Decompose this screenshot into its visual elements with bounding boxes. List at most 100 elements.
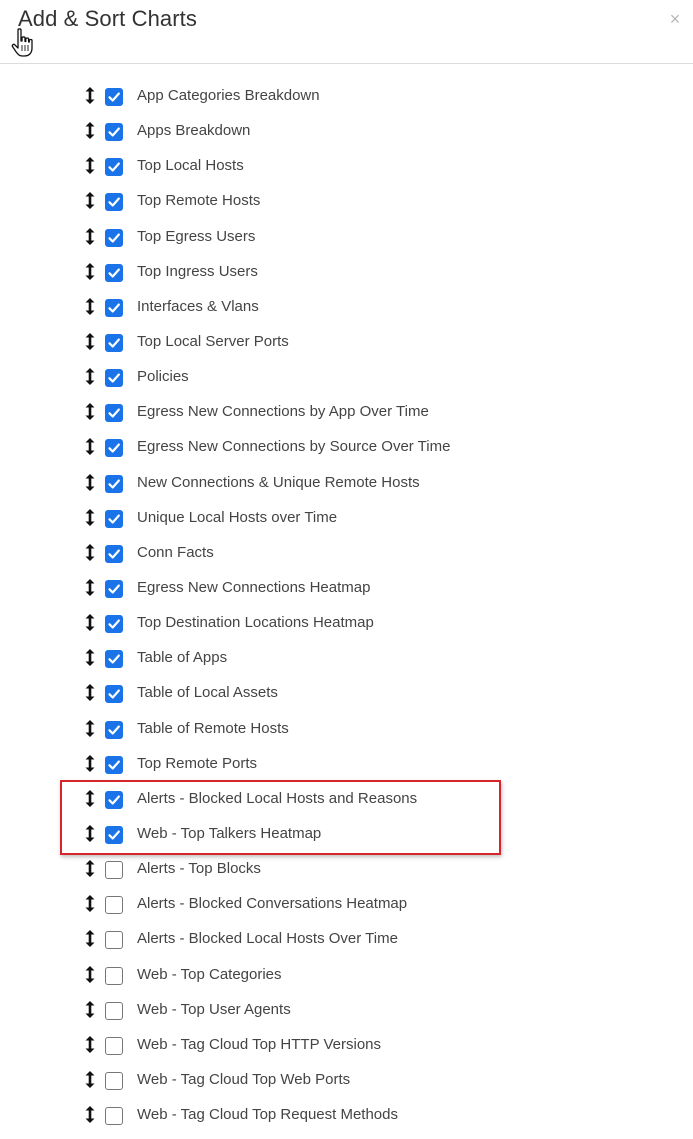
chart-list-item[interactable]: Top Remote Hosts bbox=[0, 190, 693, 225]
chart-list-item[interactable]: Web - Tag Cloud Top Request Methods bbox=[0, 1104, 693, 1139]
chart-label[interactable]: Egress New Connections by App Over Time bbox=[137, 403, 429, 421]
chart-list-item[interactable]: Top Local Server Ports bbox=[0, 331, 693, 366]
drag-handle-icon[interactable] bbox=[85, 754, 95, 772]
chart-list-item[interactable]: App Categories Breakdown bbox=[0, 85, 693, 120]
chart-list-item[interactable]: Table of Remote Hosts bbox=[0, 718, 693, 753]
drag-handle-icon[interactable] bbox=[85, 438, 95, 456]
chart-checkbox[interactable] bbox=[105, 263, 123, 282]
chart-list-item[interactable]: Web - Tag Cloud Top Web Ports bbox=[0, 1069, 693, 1104]
chart-checkbox[interactable] bbox=[105, 896, 123, 915]
chart-list-item[interactable]: Web - Top Categories bbox=[0, 964, 693, 999]
chart-checkbox[interactable] bbox=[105, 1001, 123, 1020]
chart-label[interactable]: Alerts - Blocked Conversations Heatmap bbox=[137, 895, 407, 913]
chart-label[interactable]: Alerts - Blocked Local Hosts Over Time bbox=[137, 930, 398, 948]
drag-handle-icon[interactable] bbox=[85, 368, 95, 386]
drag-handle-icon[interactable] bbox=[85, 227, 95, 245]
chart-label[interactable]: Table of Remote Hosts bbox=[137, 720, 289, 738]
chart-checkbox[interactable] bbox=[105, 158, 123, 177]
close-icon[interactable]: × bbox=[665, 8, 685, 30]
chart-checkbox[interactable] bbox=[105, 966, 123, 985]
chart-label[interactable]: Table of Apps bbox=[137, 649, 227, 667]
chart-checkbox[interactable] bbox=[105, 1036, 123, 1055]
chart-label[interactable]: Alerts - Blocked Local Hosts and Reasons bbox=[137, 790, 417, 808]
chart-list-item[interactable]: Alerts - Blocked Local Hosts and Reasons bbox=[0, 788, 693, 823]
chart-checkbox[interactable] bbox=[105, 1107, 123, 1126]
drag-handle-icon[interactable] bbox=[85, 578, 95, 596]
chart-label[interactable]: Alerts - Top Blocks bbox=[137, 860, 261, 878]
chart-list-item[interactable]: Web - Top User Agents bbox=[0, 999, 693, 1034]
chart-label[interactable]: Top Remote Ports bbox=[137, 755, 257, 773]
drag-handle-icon[interactable] bbox=[85, 824, 95, 842]
chart-list-item[interactable]: Egress New Connections by Source Over Ti… bbox=[0, 436, 693, 471]
drag-handle-icon[interactable] bbox=[85, 87, 95, 104]
chart-list-item[interactable]: Table of Local Assets bbox=[0, 682, 693, 717]
chart-label[interactable]: Web - Tag Cloud Top Web Ports bbox=[137, 1071, 350, 1089]
chart-label[interactable]: Apps Breakdown bbox=[137, 122, 250, 140]
chart-list-item[interactable]: Alerts - Blocked Conversations Heatmap bbox=[0, 893, 693, 928]
chart-list-item[interactable]: Top Ingress Users bbox=[0, 261, 693, 296]
chart-checkbox[interactable] bbox=[105, 509, 123, 528]
drag-handle-icon[interactable] bbox=[85, 684, 95, 702]
chart-label[interactable]: Web - Top Talkers Heatmap bbox=[137, 825, 321, 843]
drag-handle-icon[interactable] bbox=[85, 965, 95, 983]
chart-label[interactable]: Top Destination Locations Heatmap bbox=[137, 614, 374, 632]
chart-checkbox[interactable] bbox=[105, 123, 123, 142]
chart-label[interactable]: Unique Local Hosts over Time bbox=[137, 509, 337, 527]
chart-label[interactable]: Web - Top Categories bbox=[137, 966, 282, 984]
chart-label[interactable]: Web - Top User Agents bbox=[137, 1001, 291, 1019]
drag-handle-icon[interactable] bbox=[85, 1106, 95, 1124]
drag-handle-icon[interactable] bbox=[85, 262, 95, 280]
chart-label[interactable]: Top Egress Users bbox=[137, 228, 255, 246]
drag-handle-icon[interactable] bbox=[85, 930, 95, 948]
drag-handle-icon[interactable] bbox=[85, 614, 95, 632]
chart-checkbox[interactable] bbox=[105, 1071, 123, 1090]
chart-list-item[interactable]: Policies bbox=[0, 366, 693, 401]
chart-list-item[interactable]: New Connections & Unique Remote Hosts bbox=[0, 472, 693, 507]
chart-checkbox[interactable] bbox=[105, 88, 123, 106]
drag-handle-icon[interactable] bbox=[85, 719, 95, 737]
drag-handle-icon[interactable] bbox=[85, 1035, 95, 1053]
chart-checkbox[interactable] bbox=[105, 615, 123, 634]
chart-checkbox[interactable] bbox=[105, 333, 123, 352]
drag-handle-icon[interactable] bbox=[85, 895, 95, 913]
chart-label[interactable]: Conn Facts bbox=[137, 544, 214, 562]
chart-checkbox[interactable] bbox=[105, 369, 123, 388]
chart-checkbox[interactable] bbox=[105, 404, 123, 423]
chart-label[interactable]: Web - Tag Cloud Top HTTP Versions bbox=[137, 1036, 381, 1054]
chart-label[interactable]: Egress New Connections Heatmap bbox=[137, 579, 370, 597]
drag-handle-icon[interactable] bbox=[85, 543, 95, 561]
chart-list-item[interactable]: Top Local Hosts bbox=[0, 155, 693, 190]
chart-list-item[interactable]: Table of Apps bbox=[0, 647, 693, 682]
chart-label[interactable]: App Categories Breakdown bbox=[137, 87, 320, 105]
chart-label[interactable]: Top Local Hosts bbox=[137, 157, 244, 175]
drag-handle-icon[interactable] bbox=[85, 1000, 95, 1018]
chart-checkbox[interactable] bbox=[105, 720, 123, 739]
chart-label[interactable]: Table of Local Assets bbox=[137, 684, 278, 702]
chart-list-item[interactable]: Top Egress Users bbox=[0, 226, 693, 261]
drag-handle-icon[interactable] bbox=[85, 297, 95, 315]
chart-list-item[interactable]: Alerts - Top Blocks bbox=[0, 858, 693, 893]
chart-list-item[interactable]: Apps Breakdown bbox=[0, 120, 693, 155]
chart-checkbox[interactable] bbox=[105, 544, 123, 563]
chart-checkbox[interactable] bbox=[105, 439, 123, 458]
drag-handle-icon[interactable] bbox=[85, 508, 95, 526]
chart-label[interactable]: Top Local Server Ports bbox=[137, 333, 289, 351]
drag-handle-icon[interactable] bbox=[85, 192, 95, 210]
chart-list-item[interactable]: Egress New Connections by App Over Time bbox=[0, 401, 693, 436]
drag-handle-icon[interactable] bbox=[85, 122, 95, 140]
chart-checkbox[interactable] bbox=[105, 650, 123, 669]
drag-handle-icon[interactable] bbox=[85, 860, 95, 878]
chart-checkbox[interactable] bbox=[105, 298, 123, 317]
chart-checkbox[interactable] bbox=[105, 861, 123, 880]
chart-list-item[interactable]: Alerts - Blocked Local Hosts Over Time bbox=[0, 928, 693, 963]
drag-handle-icon[interactable] bbox=[85, 789, 95, 807]
chart-checkbox[interactable] bbox=[105, 579, 123, 598]
chart-list-item[interactable]: Web - Top Talkers Heatmap bbox=[0, 823, 693, 858]
chart-checkbox[interactable] bbox=[105, 755, 123, 774]
drag-handle-icon[interactable] bbox=[85, 649, 95, 667]
chart-label[interactable]: Egress New Connections by Source Over Ti… bbox=[137, 438, 450, 456]
chart-list-item[interactable]: Interfaces & Vlans bbox=[0, 296, 693, 331]
chart-list-item[interactable]: Egress New Connections Heatmap bbox=[0, 577, 693, 612]
drag-handle-icon[interactable] bbox=[85, 1070, 95, 1088]
chart-label[interactable]: Top Ingress Users bbox=[137, 263, 258, 281]
